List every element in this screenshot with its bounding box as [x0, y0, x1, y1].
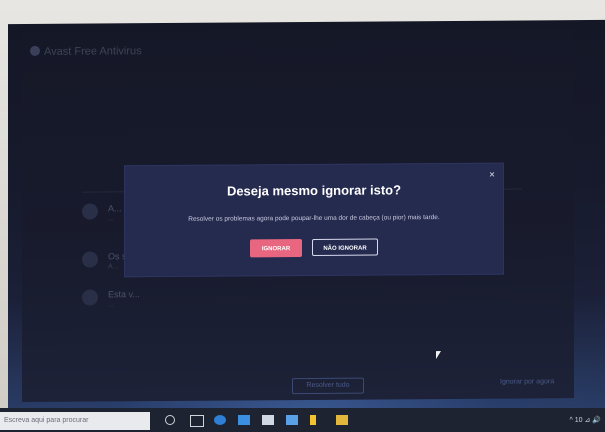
resolve-all-button[interactable]: Resolver tudo [292, 377, 364, 395]
ignore-for-now-link[interactable]: Ignorar por agora [500, 378, 554, 385]
mouse-cursor-icon [436, 351, 441, 360]
issue-icon [82, 203, 98, 220]
file-explorer-icon[interactable] [336, 415, 348, 425]
issue-icon [82, 289, 98, 306]
store-icon[interactable] [262, 415, 274, 425]
app-logo-icon [30, 45, 40, 56]
dialog-message: Resolver os problemas agora pode poupar-… [188, 214, 440, 223]
issue-icon [82, 251, 98, 268]
mail-icon[interactable] [238, 415, 250, 425]
system-tray[interactable]: ^ 10 ⊿ 🔊 [570, 416, 602, 424]
lightning-app-icon[interactable] [310, 415, 316, 425]
confirm-dialog: × Deseja mesmo ignorar isto? Resolver os… [124, 162, 504, 278]
cortana-icon[interactable] [165, 415, 175, 425]
ignore-button[interactable]: IGNORAR [250, 239, 302, 258]
close-icon[interactable]: × [489, 170, 495, 181]
list-item-title: Esta v... [108, 289, 140, 300]
photos-icon[interactable] [286, 415, 298, 425]
taskbar-search-input[interactable]: Escreva aqui para procurar [0, 412, 150, 430]
edge-browser-icon[interactable] [214, 415, 226, 425]
list-item-subtitle: ... [108, 301, 114, 309]
taskbar: Escreva aqui para procurar ^ 10 ⊿ 🔊 [0, 408, 605, 432]
task-view-icon[interactable] [190, 415, 204, 427]
dont-ignore-button[interactable]: NÃO IGNORAR [312, 238, 378, 256]
list-item-subtitle: A... [108, 263, 119, 271]
list-item-subtitle: ... [108, 215, 114, 223]
app-title: Avast Free Antivirus [44, 45, 142, 58]
list-item-title: A... [108, 203, 122, 214]
monitor-screen: Avast Free Antivirus A... ... Os ser... … [8, 19, 605, 417]
list-item[interactable]: Esta v... ... [82, 286, 282, 313]
dialog-title: Deseja mesmo ignorar isto? [226, 182, 402, 199]
